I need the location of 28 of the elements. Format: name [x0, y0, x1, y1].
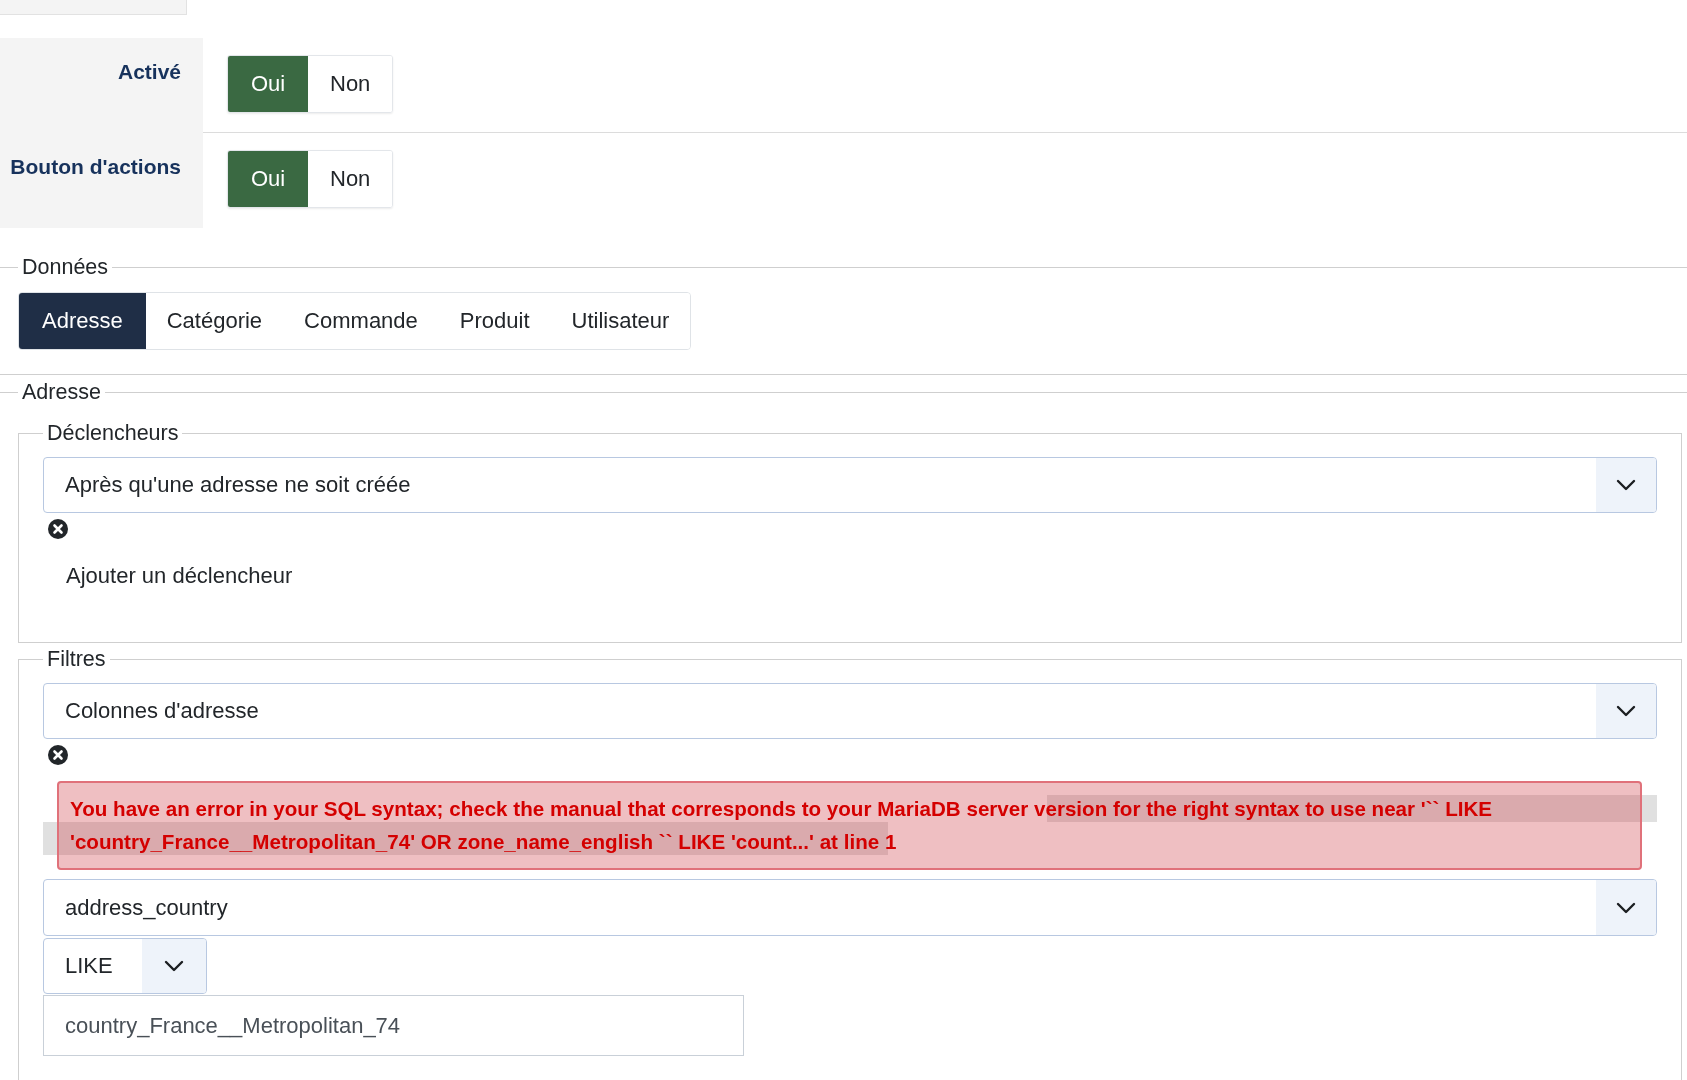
dropdown-toggle[interactable] [1596, 880, 1656, 935]
remove-icon[interactable] [48, 745, 68, 765]
section-legend: Données [18, 255, 113, 279]
section-legend: Adresse [18, 380, 105, 404]
remove-icon[interactable] [48, 519, 68, 539]
dropdown-toggle[interactable] [142, 939, 206, 993]
toggle-option[interactable]: Oui [228, 56, 308, 112]
field-label: Activé [117, 60, 181, 83]
toggle-option[interactable]: Oui [228, 151, 308, 207]
error-message: You have an error in your SQL syntax; check the manual that corresponds to your MariaDB server version for the right syntax to use near '`` LIKE 'country_France__Metropolitan_74' OR zone_name_english `` LIKE 'count...' at line 1 [57, 781, 1642, 870]
chevron-down-icon [1616, 479, 1636, 491]
select-field[interactable]: address_country [43, 879, 1657, 936]
add-trigger-link[interactable]: Ajouter un déclencheur [43, 564, 293, 588]
select-field[interactable]: Après qu'une adresse ne soit créée [43, 457, 1657, 513]
select-field[interactable]: Colonnes d'adresse [43, 683, 1657, 739]
field-label: Bouton d'actions [10, 155, 181, 178]
toggle-option[interactable]: Non [308, 151, 393, 207]
section-legend: Filtres [43, 647, 110, 671]
toggle-option[interactable]: Non [308, 56, 393, 112]
text-input[interactable]: country_France__Metropolitan_74 [43, 995, 744, 1056]
chevron-down-icon [164, 960, 184, 972]
tab[interactable]: Adresse [19, 293, 146, 349]
dropdown-toggle[interactable] [1596, 684, 1656, 738]
chevron-down-icon [1616, 901, 1636, 914]
chevron-down-icon [1616, 705, 1636, 717]
select-field[interactable]: LIKE [43, 938, 207, 994]
section-legend: Déclencheurs [43, 421, 183, 445]
dropdown-toggle[interactable] [1596, 458, 1656, 512]
